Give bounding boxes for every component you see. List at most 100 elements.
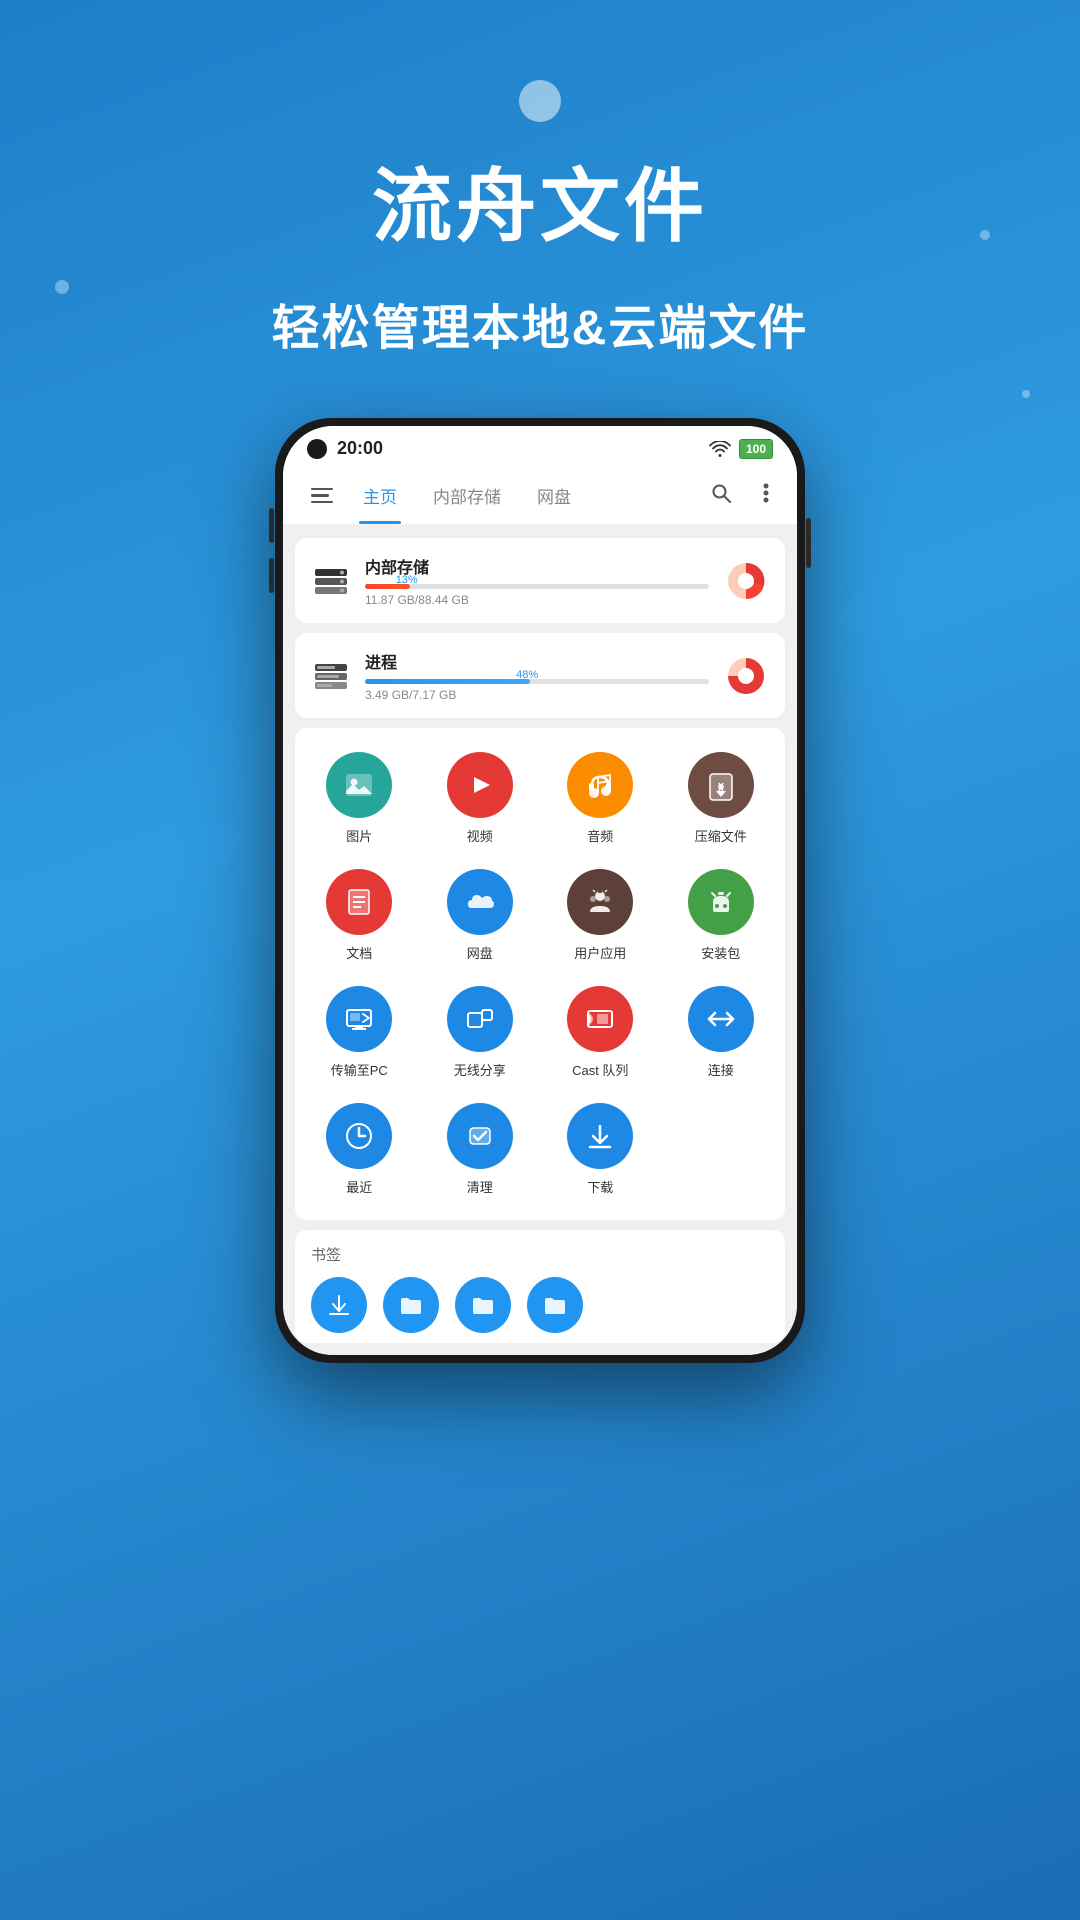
app-item-topc[interactable]: 传输至PC	[303, 978, 416, 1087]
download-label: 下载	[587, 1177, 613, 1196]
clean-label: 清理	[467, 1177, 493, 1196]
search-button[interactable]	[703, 475, 739, 517]
bookmark-folder-icon-3	[542, 1292, 568, 1318]
recent-icon	[343, 1120, 375, 1152]
wireless-label: 无线分享	[454, 1060, 506, 1079]
app-item-cast[interactable]: Cast 队列	[544, 978, 657, 1087]
app-subtitle: 轻松管理本地&云端文件	[0, 288, 1080, 358]
apps-icon	[584, 886, 616, 918]
vol-down-button	[269, 558, 274, 593]
wifi-icon	[709, 441, 731, 457]
app-item-apk[interactable]: 安装包	[665, 861, 778, 970]
internal-progress-label: 13%	[396, 574, 418, 586]
cast-label: Cast 队列	[572, 1060, 628, 1079]
process-storage-info: 进程 48% 3.49 GB/7.17 GB	[365, 649, 709, 702]
nav-tabs: 主页 内部存储 网盘	[345, 467, 699, 524]
internal-progress-bar: 13%	[365, 584, 709, 589]
internal-storage-icon	[313, 563, 349, 599]
netdisk-icon-circle	[447, 869, 513, 935]
battery-icon: 100	[739, 439, 773, 459]
status-left: 20:00	[307, 438, 383, 459]
hero-dot	[519, 80, 561, 122]
bookmark-item-1[interactable]	[311, 1277, 367, 1333]
app-item-photos[interactable]: 图片	[303, 744, 416, 853]
app-item-connect[interactable]: 连接	[665, 978, 778, 1087]
photos-icon	[343, 769, 375, 801]
internal-storage-info: 内部存储 13% 11.87 GB/88.44 GB	[365, 554, 709, 607]
app-item-audio[interactable]: 音频	[544, 744, 657, 853]
power-button	[806, 518, 811, 568]
video-icon	[464, 769, 496, 801]
wireless-icon	[464, 1003, 496, 1035]
app-item-docs[interactable]: 文档	[303, 861, 416, 970]
process-pie-chart	[725, 655, 767, 697]
bookmark-item-3[interactable]	[455, 1277, 511, 1333]
bookmark-item-2[interactable]	[383, 1277, 439, 1333]
app-item-apps[interactable]: 用户应用	[544, 861, 657, 970]
hamburger-menu[interactable]	[299, 474, 345, 518]
process-card[interactable]: 进程 48% 3.49 GB/7.17 GB	[295, 633, 785, 718]
netdisk-label: 网盘	[467, 943, 493, 962]
audio-icon-circle	[567, 752, 633, 818]
camera-hole	[307, 439, 327, 459]
topc-icon-circle	[326, 986, 392, 1052]
connect-icon-circle	[688, 986, 754, 1052]
cast-icon-circle	[567, 986, 633, 1052]
hamburger-icon	[311, 488, 333, 504]
app-item-download[interactable]: 下载	[544, 1095, 657, 1204]
status-time: 20:00	[337, 438, 383, 459]
archive-label: 压缩文件	[695, 826, 747, 845]
app-item-wireless[interactable]: 无线分享	[424, 978, 537, 1087]
app-grid-card: 图片 视频	[295, 728, 785, 1220]
status-bar: 20:00 100	[283, 426, 797, 467]
photos-icon-circle	[326, 752, 392, 818]
bookmark-folder-icon-2	[470, 1292, 496, 1318]
tab-internal-storage[interactable]: 内部存储	[415, 467, 519, 524]
internal-progress-fill: 13%	[365, 584, 410, 589]
process-storage-size: 3.49 GB/7.17 GB	[365, 688, 709, 702]
app-item-archive[interactable]: 压缩文件	[665, 744, 778, 853]
topc-label: 传输至PC	[331, 1060, 388, 1079]
decorative-dot-3	[1022, 390, 1030, 398]
process-progress-fill: 48%	[365, 679, 530, 684]
connect-icon	[705, 1003, 737, 1035]
apk-icon-circle	[688, 869, 754, 935]
app-item-video[interactable]: 视频	[424, 744, 537, 853]
archive-icon	[705, 769, 737, 801]
netdisk-icon	[464, 886, 496, 918]
clean-icon-circle	[447, 1103, 513, 1169]
internal-storage-card[interactable]: 内部存储 13% 11.87 GB/88.44 GB	[295, 538, 785, 623]
download-icon-circle	[567, 1103, 633, 1169]
tab-home[interactable]: 主页	[345, 467, 415, 524]
phone-screen: 20:00 100	[283, 426, 797, 1355]
topc-icon	[343, 1003, 375, 1035]
video-icon-circle	[447, 752, 513, 818]
audio-label: 音频	[587, 826, 613, 845]
apps-label: 用户应用	[574, 943, 626, 962]
nav-actions	[699, 475, 781, 517]
bookmarks-title: 书签	[311, 1244, 769, 1265]
bookmark-download-icon	[326, 1292, 352, 1318]
app-item-clean[interactable]: 清理	[424, 1095, 537, 1204]
recent-label: 最近	[346, 1177, 372, 1196]
status-right: 100	[709, 439, 773, 459]
photos-label: 图片	[346, 826, 372, 845]
more-icon	[763, 483, 769, 503]
app-grid: 图片 视频	[303, 744, 777, 1204]
vol-up-button	[269, 508, 274, 543]
app-item-netdisk[interactable]: 网盘	[424, 861, 537, 970]
process-progress-bar: 48%	[365, 679, 709, 684]
bookmarks-section: 书签	[295, 1230, 785, 1343]
apk-icon	[705, 886, 737, 918]
bookmark-item-4[interactable]	[527, 1277, 583, 1333]
tab-cloud[interactable]: 网盘	[519, 467, 589, 524]
phone-frame: 20:00 100	[275, 418, 805, 1363]
apk-label: 安装包	[701, 943, 740, 962]
more-options-button[interactable]	[755, 475, 777, 517]
docs-icon	[343, 886, 375, 918]
docs-label: 文档	[346, 943, 372, 962]
apps-icon-circle	[567, 869, 633, 935]
download-icon	[584, 1120, 616, 1152]
process-progress-label: 48%	[516, 669, 538, 681]
app-item-recent[interactable]: 最近	[303, 1095, 416, 1204]
